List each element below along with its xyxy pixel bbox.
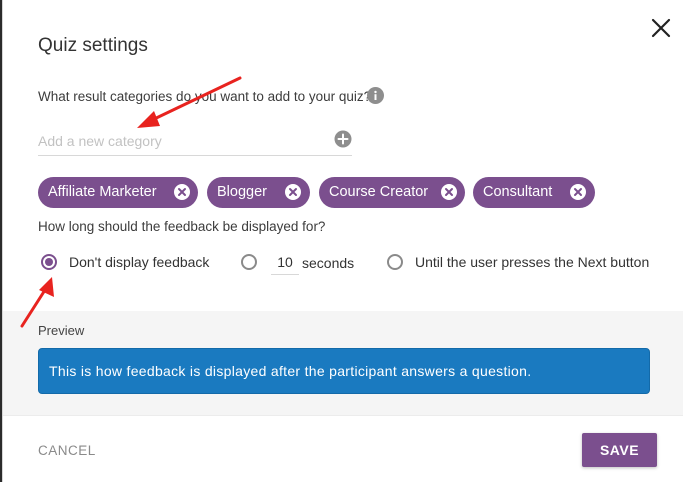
chip-remove-button[interactable] xyxy=(285,184,301,200)
chip-label: Affiliate Marketer xyxy=(48,184,157,200)
close-button[interactable] xyxy=(649,16,673,40)
preview-label: Preview xyxy=(38,323,85,338)
close-circle-icon xyxy=(178,188,186,196)
categories-question: What result categories do you want to ad… xyxy=(38,89,372,104)
dialog-title: Quiz settings xyxy=(38,35,148,56)
plus-circle-icon xyxy=(334,130,352,148)
chip-label: Course Creator xyxy=(329,184,429,200)
feedback-duration-question: How long should the feedback be displaye… xyxy=(38,219,326,234)
chip-blogger: Blogger xyxy=(207,177,310,208)
cancel-button[interactable]: CANCEL xyxy=(38,443,96,458)
chip-remove-button[interactable] xyxy=(570,184,586,200)
close-icon xyxy=(651,18,671,38)
category-input-row xyxy=(38,127,352,156)
radio-dont-display[interactable] xyxy=(41,254,57,270)
radio-until-next[interactable] xyxy=(387,254,403,270)
option-label-until-next: Until the user presses the Next button xyxy=(415,254,650,270)
feedback-preview-text: This is how feedback is displayed after … xyxy=(49,363,532,379)
chip-remove-button[interactable] xyxy=(441,184,457,200)
option-label-seconds: seconds xyxy=(302,255,355,271)
close-circle-icon xyxy=(574,188,582,196)
add-category-button[interactable] xyxy=(334,130,352,148)
close-circle-icon xyxy=(289,188,297,196)
chip-consultant: Consultant xyxy=(473,177,595,208)
close-circle-icon xyxy=(445,188,453,196)
quiz-settings-dialog: Quiz settings What result categories do … xyxy=(2,0,683,482)
chip-affiliate-marketer: Affiliate Marketer xyxy=(38,177,198,208)
info-icon xyxy=(367,87,384,104)
info-button[interactable] xyxy=(367,87,384,104)
category-input[interactable] xyxy=(38,129,318,153)
save-button[interactable]: SAVE xyxy=(582,433,657,467)
chip-course-creator: Course Creator xyxy=(319,177,465,208)
chip-label: Consultant xyxy=(483,184,553,200)
seconds-input[interactable] xyxy=(271,250,299,275)
radio-seconds[interactable] xyxy=(241,254,257,270)
feedback-preview-box: This is how feedback is displayed after … xyxy=(38,348,650,394)
chip-label: Blogger xyxy=(217,184,267,200)
footer-divider xyxy=(3,415,683,416)
chip-remove-button[interactable] xyxy=(174,184,190,200)
preview-section: Preview This is how feedback is displaye… xyxy=(3,311,683,415)
option-label-dont-display: Don't display feedback xyxy=(69,254,210,270)
